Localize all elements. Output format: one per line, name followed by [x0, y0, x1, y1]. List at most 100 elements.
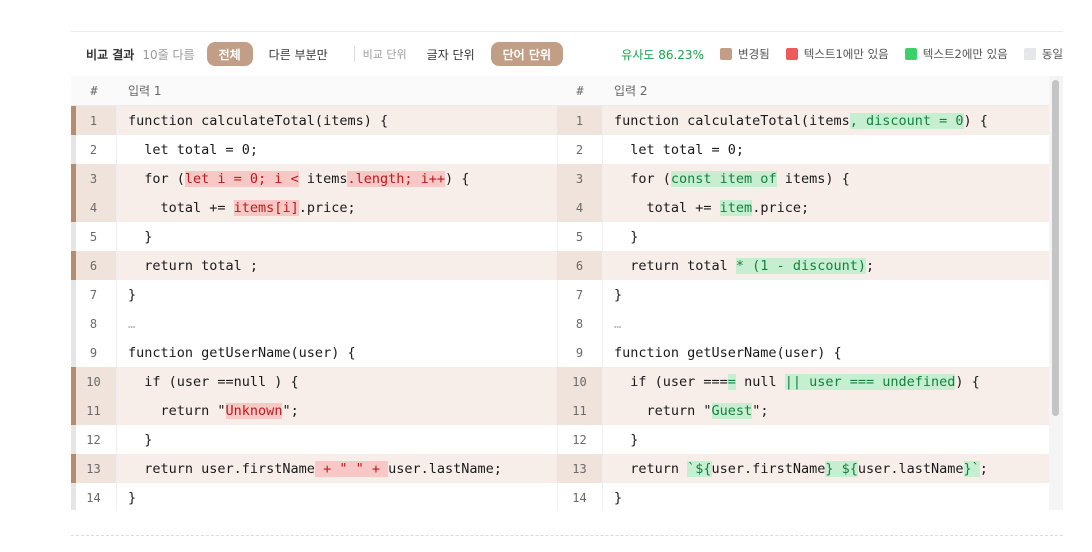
added-token: }` — [963, 460, 980, 477]
removed-token: .length; i++ — [347, 170, 446, 187]
code-line: } — [603, 432, 638, 448]
code-line: return user.firstName + " " + user.lastN… — [117, 460, 502, 477]
left-diff-line: 8… — [71, 309, 557, 338]
line-number: 9 — [557, 338, 603, 367]
code-line: } — [603, 287, 622, 303]
code-line: } — [117, 229, 152, 245]
line-number: 13 — [557, 454, 603, 483]
legend-only-text2-label: 텍스트2에만 있음 — [922, 47, 1008, 61]
left-diff-line: 11 return "Unknown"; — [71, 396, 557, 425]
code-token: return total ; — [128, 257, 259, 274]
diff-view: # 입력 1 1 function calculateTotal(items) {… — [71, 76, 1063, 510]
code-token: ; — [865, 257, 875, 274]
right-input-label: 입력 2 — [614, 84, 648, 98]
line-number: 11 — [71, 396, 117, 425]
code-token: return — [614, 460, 688, 477]
left-input-label: 입력 1 — [128, 84, 162, 98]
right-diff-line: 11 return "Guest"; — [557, 396, 1049, 425]
right-pane-header: # 입력 2 — [557, 76, 1049, 106]
code-token: ) { — [445, 170, 470, 187]
right-pane: # 입력 2 1 function calculateTotal(items, d… — [557, 76, 1049, 510]
word-unit-button[interactable]: 단어 단위 — [490, 42, 563, 66]
code-line: } — [117, 490, 136, 506]
code-token: } — [128, 431, 153, 448]
vertical-scrollbar[interactable] — [1049, 76, 1063, 510]
code-line: } — [117, 432, 152, 448]
code-line: let total = 0; — [117, 142, 258, 158]
removed-token: items[i] — [233, 199, 299, 216]
code-line: … — [603, 317, 621, 331]
line-number: 11 — [557, 396, 603, 425]
right-diff-line: 9 function getUserName(user) { — [557, 338, 1049, 367]
line-number: 4 — [557, 193, 603, 222]
line-number: 5 — [71, 222, 117, 251]
code-line: for (const item of items) { — [603, 170, 850, 187]
line-number: 4 — [71, 193, 117, 222]
left-diff-line: 13 return user.firstName + " " + user.la… — [71, 454, 557, 483]
left-diff-line: 14} — [71, 483, 557, 510]
line-number: 14 — [71, 483, 117, 510]
added-token: || user === undefined — [784, 373, 956, 390]
right-diff-line: 6 return total * (1 - discount); — [557, 251, 1049, 280]
code-token: function calculateTotal(items) { — [128, 112, 389, 129]
removed-token: Unknown — [225, 402, 283, 419]
line-number: 1 — [557, 106, 603, 135]
left-diff-line: 2 let total = 0; — [71, 135, 557, 164]
added-token: item — [719, 199, 753, 216]
only-text1-swatch — [785, 48, 798, 60]
code-token: ; — [979, 460, 988, 477]
left-diff-line: 9 function getUserName(user) { — [71, 338, 557, 367]
line-number: 10 — [557, 367, 603, 396]
line-number: 12 — [71, 425, 117, 454]
code-line: let total = 0; — [603, 142, 744, 158]
code-line: } — [603, 229, 638, 245]
code-token: return " — [128, 402, 226, 419]
legend-changed: 변경됨 — [719, 46, 770, 62]
code-token: total += — [614, 199, 720, 216]
code-line: total += item.price; — [603, 199, 810, 216]
compare-unit-label: 비교 단위 — [362, 48, 407, 61]
right-diff-line: 3 for (const item of items) { — [557, 164, 1049, 193]
line-number: 14 — [557, 483, 603, 510]
code-line: total += items[i].price; — [117, 199, 356, 216]
code-token: "; — [752, 402, 769, 419]
right-diff-line: 12 } — [557, 425, 1049, 454]
line-number: 8 — [557, 309, 603, 338]
line-number: 2 — [557, 135, 603, 164]
same-swatch — [1023, 48, 1036, 60]
line-number: 13 — [71, 454, 117, 483]
code-token: user.firstName — [711, 460, 826, 477]
added-token: const item of — [670, 170, 777, 187]
similarity-score: 유사도 86.23% — [621, 47, 704, 62]
code-token: for ( — [128, 170, 185, 187]
right-diff-line: 7} — [557, 280, 1049, 309]
view-diff-only-button[interactable]: 다른 부분만 — [257, 42, 340, 66]
right-diff-line: 14} — [557, 483, 1049, 510]
char-unit-button[interactable]: 글자 단위 — [415, 42, 487, 66]
added-token: } ${ — [825, 460, 858, 477]
left-pane-header: # 입력 1 — [71, 76, 557, 106]
scrollbar-thumb[interactable] — [1052, 80, 1059, 416]
code-token: return total — [614, 257, 736, 274]
code-token: } — [614, 286, 623, 303]
code-token: … — [128, 316, 136, 331]
toolbar-separator — [353, 46, 355, 62]
line-number: 6 — [557, 251, 603, 280]
code-token: for ( — [614, 170, 671, 187]
result-title: 비교 결과 — [86, 47, 135, 62]
code-token: total += — [128, 199, 234, 216]
added-token: Guest — [711, 402, 753, 419]
changed-swatch — [719, 48, 732, 60]
code-token: .price; — [752, 199, 810, 216]
top-divider — [71, 31, 1063, 32]
code-line: } — [603, 490, 622, 506]
code-line: return total * (1 - discount); — [603, 257, 875, 274]
code-line: } — [117, 287, 136, 303]
left-diff-line: 12 } — [71, 425, 557, 454]
view-all-button[interactable]: 전체 — [206, 42, 253, 66]
right-diff-line: 8… — [557, 309, 1049, 338]
added-token: = — [727, 373, 736, 390]
legend-only-text1-label: 텍스트1에만 있음 — [803, 47, 889, 61]
code-line: return "Unknown"; — [117, 402, 299, 419]
added-token: , discount = 0 — [849, 112, 964, 129]
